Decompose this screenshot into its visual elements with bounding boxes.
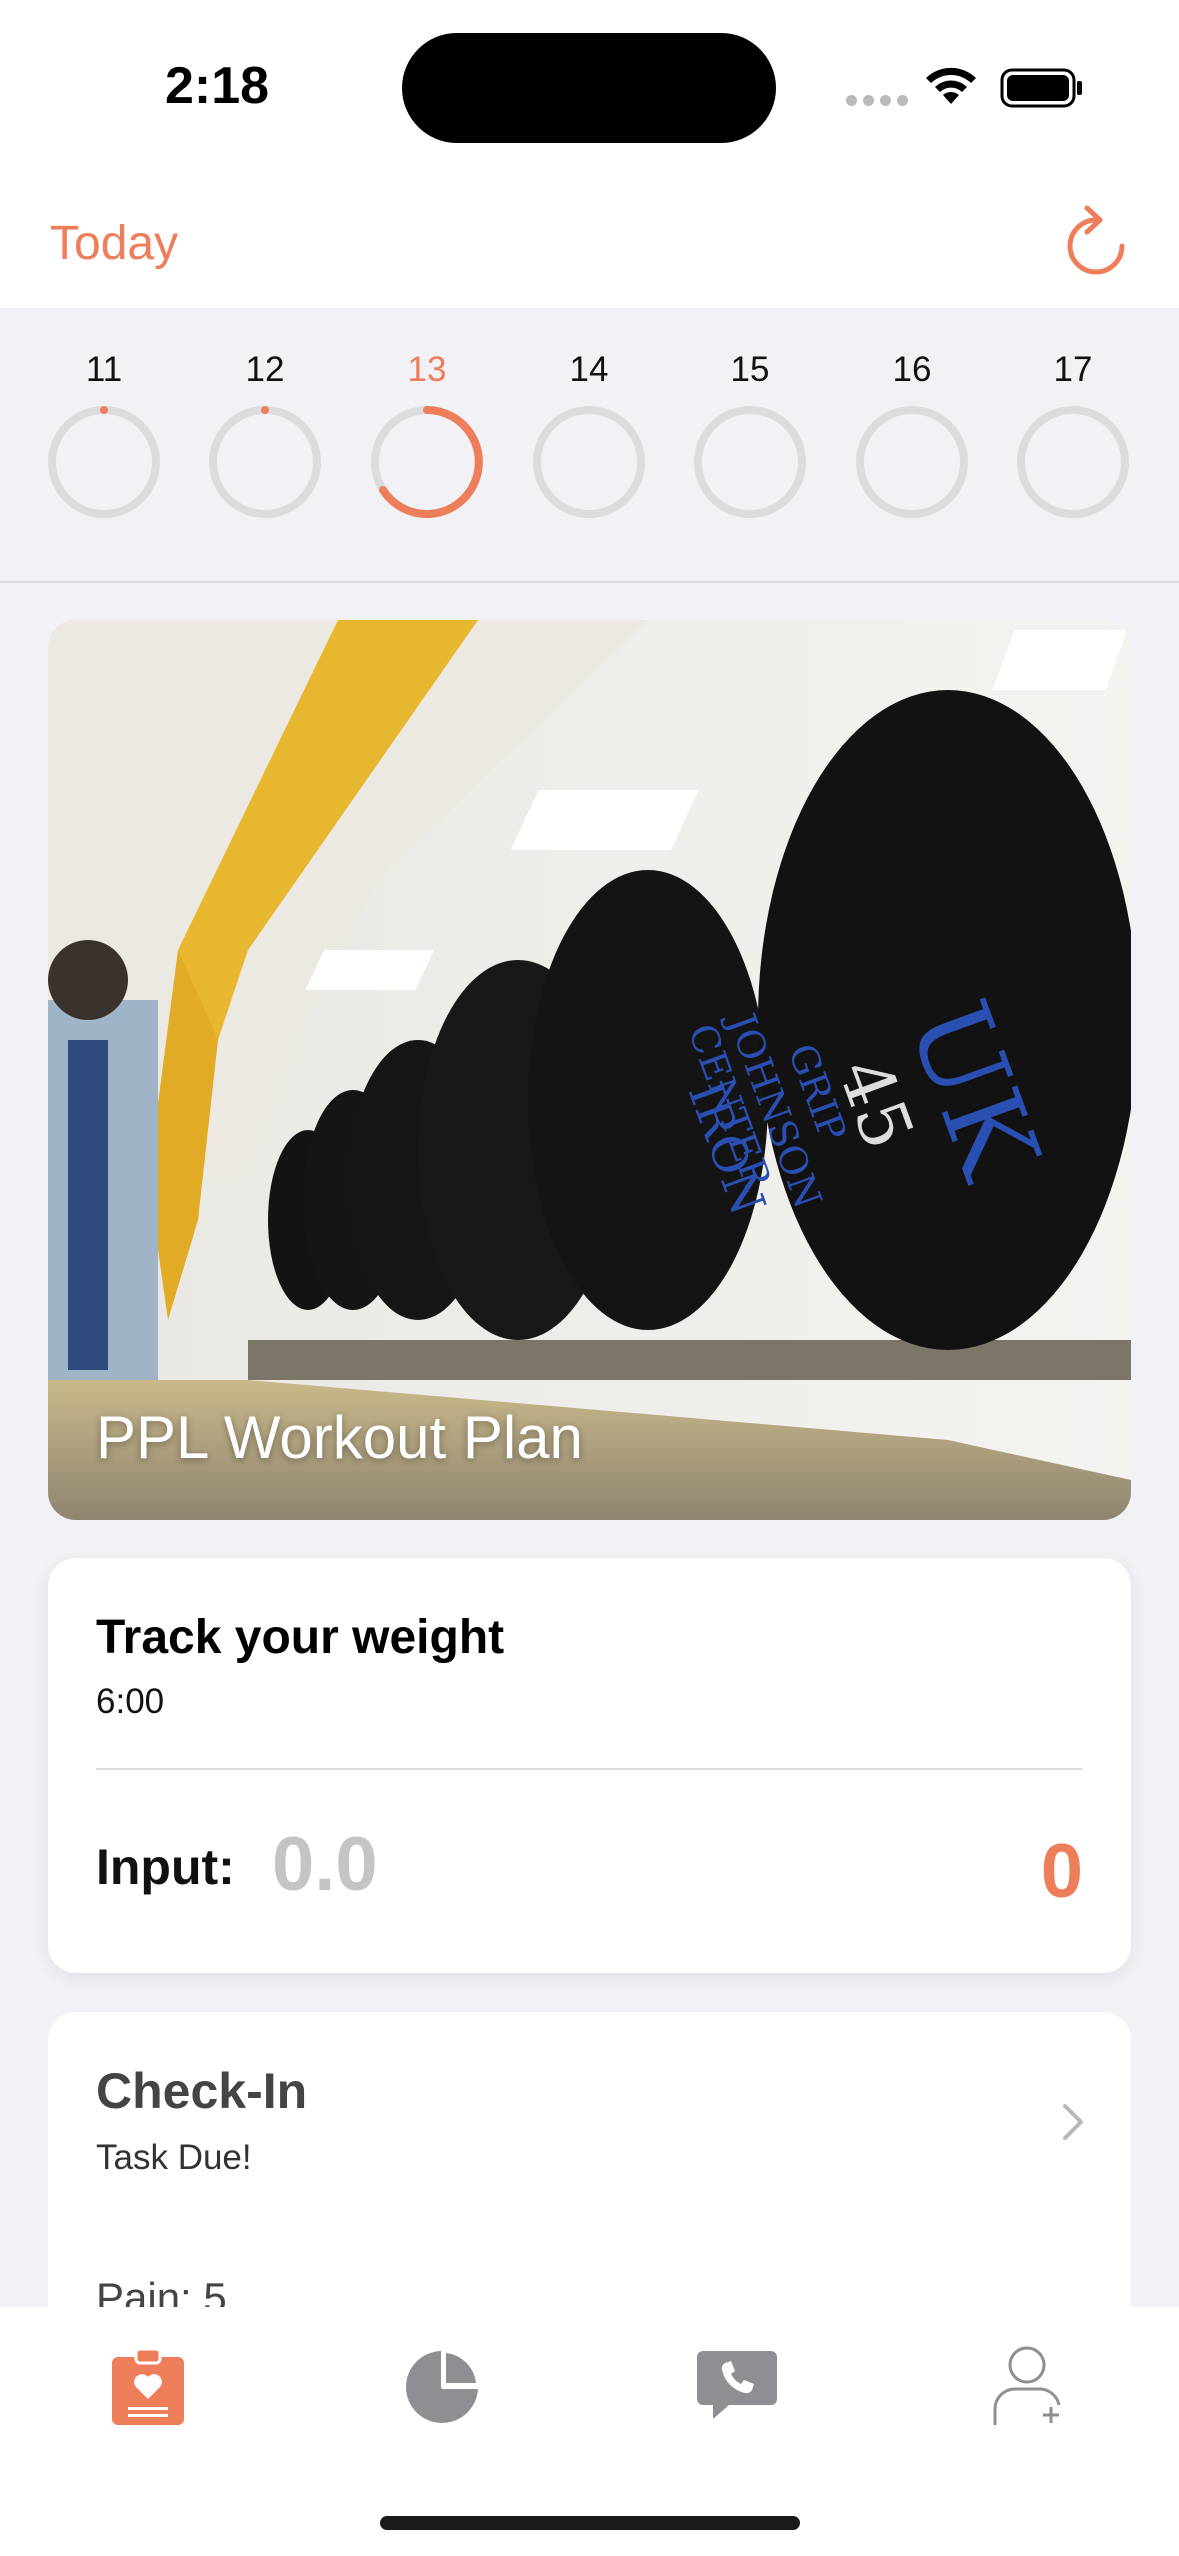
day-number: 13	[407, 350, 447, 389]
pie-chart-icon	[406, 2349, 480, 2423]
workout-plan-title: PPL Workout Plan	[96, 1404, 583, 1471]
status-time: 2:18	[165, 57, 270, 115]
day-number: 12	[245, 350, 285, 389]
day-11[interactable]: 11	[44, 350, 164, 530]
day-number: 15	[730, 350, 770, 389]
check-in-title: Check-In	[96, 2063, 308, 2119]
day-number: 14	[569, 350, 609, 389]
battery-icon	[1000, 68, 1082, 108]
day-number: 11	[85, 350, 123, 389]
refresh-button[interactable]	[1060, 202, 1132, 284]
tab-care-plan[interactable]	[88, 2327, 208, 2447]
chevron-right-icon	[1063, 2104, 1083, 2140]
tab-profile[interactable]	[971, 2327, 1091, 2447]
status-bar: 2:18	[0, 0, 1179, 176]
person-add-icon	[993, 2346, 1061, 2425]
day-12[interactable]: 12	[205, 350, 325, 530]
weight-input[interactable]	[272, 1826, 592, 1902]
weight-value: 0	[1040, 1829, 1083, 1914]
week-day-selector: 11 12 13 14 15 16 17	[0, 308, 1179, 583]
workout-plan-card[interactable]: IRON UK 45 GRIP JOHNSON CENTER PPL Worko…	[48, 620, 1131, 1520]
day-13[interactable]: 13	[367, 350, 487, 530]
tab-contacts[interactable]	[677, 2327, 797, 2447]
page-title: Today	[50, 217, 179, 270]
weight-input-label: Input:	[96, 1839, 235, 1895]
refresh-icon	[1067, 205, 1125, 275]
divider	[96, 1768, 1083, 1770]
dumbbell-rack-photo: IRON UK 45 GRIP JOHNSON CENTER	[48, 620, 1131, 1520]
day-16[interactable]: 16	[852, 350, 972, 530]
weight-card-title: Track your weight	[96, 1611, 505, 1664]
track-weight-card: Track your weight 6:00 Input: 0	[48, 1558, 1131, 1973]
home-indicator	[380, 2516, 800, 2530]
day-14[interactable]: 14	[529, 350, 649, 530]
day-progress-ring	[371, 406, 483, 518]
day-progress-ring	[533, 406, 645, 518]
day-progress-ring	[1017, 406, 1129, 518]
day-15[interactable]: 15	[690, 350, 810, 530]
tab-insights[interactable]	[382, 2327, 502, 2447]
day-number: 17	[1053, 350, 1093, 389]
phone-bubble-icon	[697, 2351, 777, 2419]
cellular-signal-icon	[846, 95, 908, 106]
day-17[interactable]: 17	[1013, 350, 1133, 530]
day-progress-ring	[209, 406, 321, 518]
day-number: 16	[892, 350, 932, 389]
dynamic-island	[402, 33, 776, 143]
day-progress-ring	[856, 406, 968, 518]
check-in-status: Task Due!	[96, 2138, 252, 2177]
day-progress-ring	[48, 406, 160, 518]
weight-card-time: 6:00	[96, 1682, 165, 1721]
clipboard-heart-icon	[112, 2347, 184, 2425]
navigation-bar: Today	[0, 176, 1179, 308]
day-progress-ring	[694, 406, 806, 518]
wifi-icon	[926, 67, 976, 104]
